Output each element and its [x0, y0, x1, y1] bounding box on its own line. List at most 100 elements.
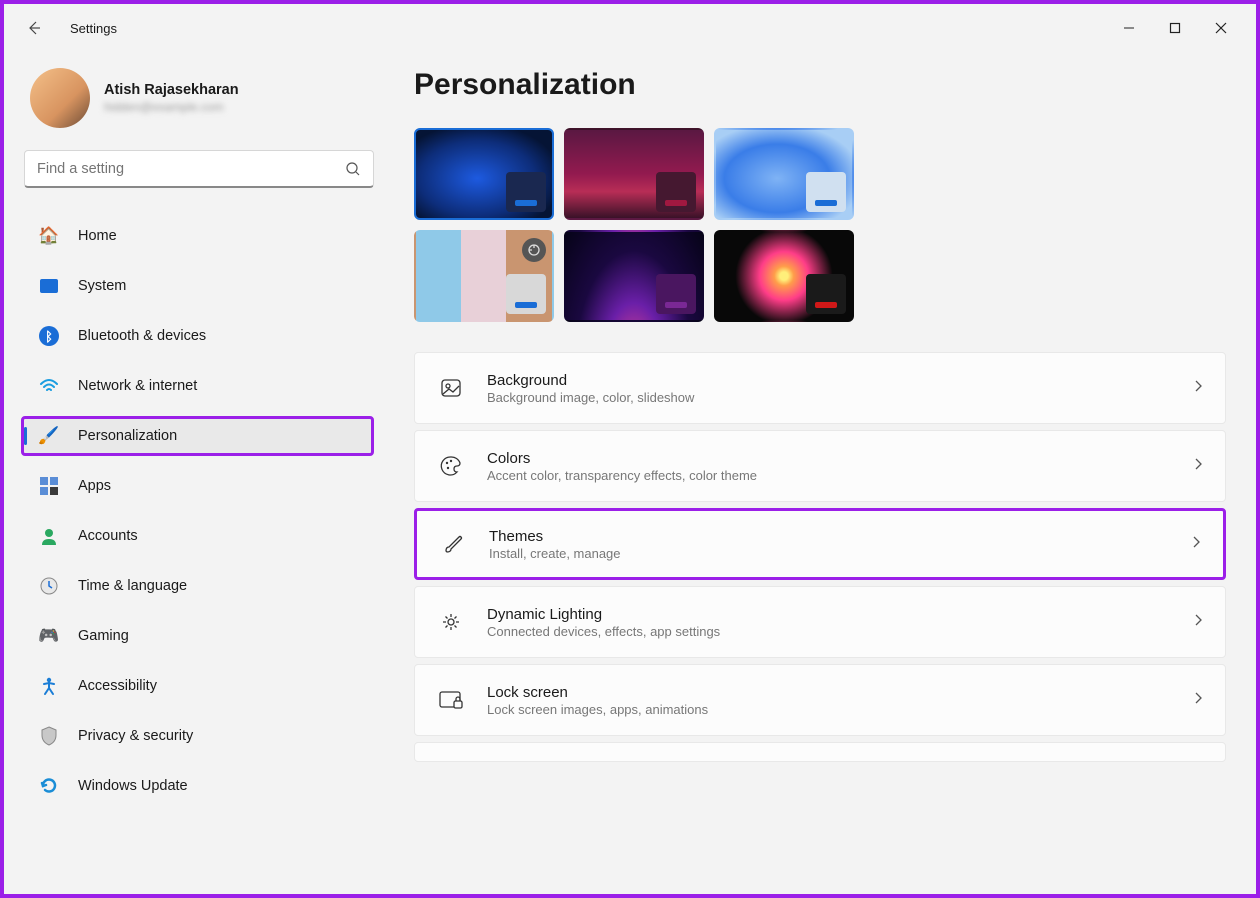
setting-desc: Accent color, transparency effects, colo…	[487, 468, 1193, 483]
sidebar: Atish Rajasekharan hidden@example.com 🏠H…	[4, 52, 384, 894]
nav-system-icon	[38, 275, 60, 297]
nav-label: Accessibility	[78, 678, 157, 694]
nav-system[interactable]: System	[24, 266, 374, 306]
lock-screen-icon	[437, 689, 465, 711]
nav-update-icon	[38, 775, 60, 797]
setting-text: Colors Accent color, transparency effect…	[487, 450, 1193, 483]
minimize-icon	[1123, 22, 1135, 34]
page-title: Personalization	[414, 68, 1226, 102]
nav-label: Apps	[78, 478, 111, 494]
setting-text: Dynamic Lighting Connected devices, effe…	[487, 606, 1193, 639]
theme-flow[interactable]	[714, 230, 854, 322]
setting-title: Background	[487, 372, 1193, 389]
maximize-button[interactable]	[1152, 12, 1198, 44]
nav-privacy[interactable]: Privacy & security	[24, 716, 374, 756]
nav-time-language-icon	[38, 575, 60, 597]
setting-title: Themes	[489, 528, 1191, 545]
nav-apps[interactable]: Apps	[24, 466, 374, 506]
nav-privacy-icon	[38, 725, 60, 747]
titlebar: Settings	[4, 4, 1256, 52]
settings-list: Background Background image, color, slid…	[414, 352, 1226, 762]
nav-label: Time & language	[78, 578, 187, 594]
nav-gaming-icon: 🎮	[38, 625, 60, 647]
setting-desc: Connected devices, effects, app settings	[487, 624, 1193, 639]
nav-list: 🏠Home System ᛒ Bluetooth & devices Network &…	[24, 216, 374, 806]
window-title: Settings	[70, 21, 117, 36]
nav-personalization-icon: 🖌️	[38, 425, 60, 447]
chevron-right-icon	[1193, 457, 1203, 476]
theme-badge	[506, 274, 546, 314]
image-icon	[437, 376, 465, 400]
spotlight-icon	[522, 238, 546, 262]
chevron-right-icon	[1193, 691, 1203, 710]
setting-colors[interactable]: Colors Accent color, transparency effect…	[414, 430, 1226, 502]
nav-network[interactable]: Network & internet	[24, 366, 374, 406]
sparkle-icon	[437, 610, 465, 634]
nav-bluetooth[interactable]: ᛒ Bluetooth & devices	[24, 316, 374, 356]
nav-accessibility[interactable]: Accessibility	[24, 666, 374, 706]
setting-text: Background Background image, color, slid…	[487, 372, 1193, 405]
nav-label: Gaming	[78, 628, 129, 644]
chevron-right-icon	[1193, 379, 1203, 398]
chevron-right-icon	[1193, 613, 1203, 632]
nav-home-icon: 🏠	[38, 225, 60, 247]
chevron-right-icon	[1191, 535, 1201, 554]
back-button[interactable]	[16, 10, 52, 46]
nav-bluetooth-icon: ᛒ	[38, 325, 60, 347]
theme-windows-light[interactable]	[714, 128, 854, 220]
theme-sunset-dark[interactable]	[564, 128, 704, 220]
nav-label: Bluetooth & devices	[78, 328, 206, 344]
nav-apps-icon	[38, 475, 60, 497]
theme-windows-dark[interactable]	[414, 128, 554, 220]
nav-network-icon	[38, 375, 60, 397]
brush-icon	[439, 532, 467, 556]
minimize-button[interactable]	[1106, 12, 1152, 44]
setting-title: Colors	[487, 450, 1193, 467]
setting-title: Dynamic Lighting	[487, 606, 1193, 623]
setting-text: Themes Install, create, manage	[489, 528, 1191, 561]
palette-icon	[437, 454, 465, 478]
nav-personalization[interactable]: 🖌️ Personalization	[21, 416, 374, 456]
close-icon	[1215, 22, 1227, 34]
setting-lock-screen[interactable]: Lock screen Lock screen images, apps, an…	[414, 664, 1226, 736]
theme-grid	[414, 128, 1226, 322]
theme-badge	[806, 172, 846, 212]
setting-text: Lock screen Lock screen images, apps, an…	[487, 684, 1193, 717]
setting-partial[interactable]	[414, 742, 1226, 762]
nav-home[interactable]: 🏠Home	[24, 216, 374, 256]
theme-badge	[656, 274, 696, 314]
app-body: Atish Rajasekharan hidden@example.com 🏠H…	[4, 52, 1256, 894]
close-button[interactable]	[1198, 12, 1244, 44]
profile-section[interactable]: Atish Rajasekharan hidden@example.com	[24, 68, 374, 128]
setting-desc: Background image, color, slideshow	[487, 390, 1193, 405]
nav-label: Personalization	[78, 428, 177, 444]
nav-gaming[interactable]: 🎮 Gaming	[24, 616, 374, 656]
arrow-left-icon	[26, 20, 42, 36]
setting-themes[interactable]: Themes Install, create, manage	[414, 508, 1226, 580]
window-controls	[1106, 12, 1244, 44]
nav-label: Windows Update	[78, 778, 188, 794]
search-input[interactable]	[37, 161, 345, 177]
setting-background[interactable]: Background Background image, color, slid…	[414, 352, 1226, 424]
search-icon	[345, 161, 361, 177]
setting-title: Lock screen	[487, 684, 1193, 701]
theme-badge	[506, 172, 546, 212]
nav-update[interactable]: Windows Update	[24, 766, 374, 806]
nav-label: Network & internet	[78, 378, 197, 394]
nav-label: Accounts	[78, 528, 138, 544]
setting-desc: Lock screen images, apps, animations	[487, 702, 1193, 717]
search-box[interactable]	[24, 150, 374, 188]
setting-dynamic-lighting[interactable]: Dynamic Lighting Connected devices, effe…	[414, 586, 1226, 658]
nav-accounts-icon	[38, 525, 60, 547]
nav-accounts[interactable]: Accounts	[24, 516, 374, 556]
theme-glow[interactable]	[564, 230, 704, 322]
profile-email: hidden@example.com	[104, 100, 239, 114]
nav-label: System	[78, 278, 126, 294]
nav-label: Privacy & security	[78, 728, 193, 744]
setting-desc: Install, create, manage	[489, 546, 1191, 561]
theme-badge	[656, 172, 696, 212]
theme-badge	[806, 274, 846, 314]
theme-spotlight[interactable]	[414, 230, 554, 322]
nav-time-language[interactable]: Time & language	[24, 566, 374, 606]
avatar	[30, 68, 90, 128]
